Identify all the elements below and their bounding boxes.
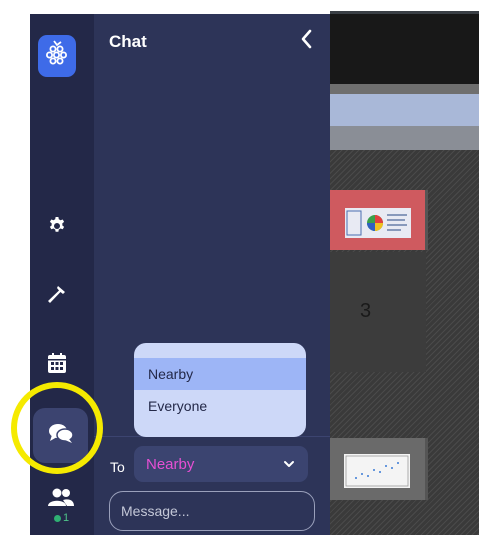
dropdown-top-padding <box>134 343 306 358</box>
build-button[interactable] <box>41 280 73 312</box>
map-room <box>330 252 426 372</box>
board-thumbnail <box>345 208 411 238</box>
chevron-down-icon <box>282 457 296 471</box>
map-wall <box>330 84 479 94</box>
map-presentation-board-2[interactable] <box>330 438 428 500</box>
recipient-select[interactable]: Nearby <box>134 446 308 482</box>
map-canvas[interactable]: 3 <box>330 14 479 535</box>
room-number: 3 <box>360 300 372 322</box>
top-strip <box>0 0 479 14</box>
grapes-logo-icon <box>45 39 69 74</box>
dropdown-option-everyone[interactable]: Everyone <box>134 390 306 422</box>
collapse-panel-button[interactable] <box>296 29 316 54</box>
recipient-dropdown-menu: Nearby Everyone <box>134 343 306 437</box>
app-logo[interactable] <box>38 35 76 77</box>
message-input[interactable] <box>109 491 315 531</box>
calendar-icon <box>47 352 67 379</box>
online-users-button[interactable]: 1 <box>46 486 76 526</box>
highlight-circle <box>11 382 103 474</box>
dropdown-option-nearby[interactable]: Nearby <box>134 358 306 390</box>
chat-panel-title: Chat <box>109 32 147 51</box>
map-wall-lower <box>330 126 479 150</box>
online-users-count: 1 <box>54 512 69 524</box>
online-users-number: 1 <box>63 512 70 524</box>
settings-gear-icon <box>47 216 67 241</box>
chat-panel: Chat To Nearby <box>94 14 330 535</box>
chevron-left-icon <box>300 29 312 54</box>
recipient-select-value: Nearby <box>146 455 195 473</box>
online-status-dot <box>54 514 61 522</box>
hammer-build-icon <box>46 283 68 310</box>
settings-button[interactable] <box>41 212 73 244</box>
calendar-button[interactable] <box>41 349 73 381</box>
map-floor-band <box>330 94 479 126</box>
map-dark-area <box>330 14 479 84</box>
to-label: To <box>110 459 125 475</box>
map-presentation-board[interactable] <box>330 190 428 250</box>
board-thumbnail-2 <box>344 454 410 488</box>
